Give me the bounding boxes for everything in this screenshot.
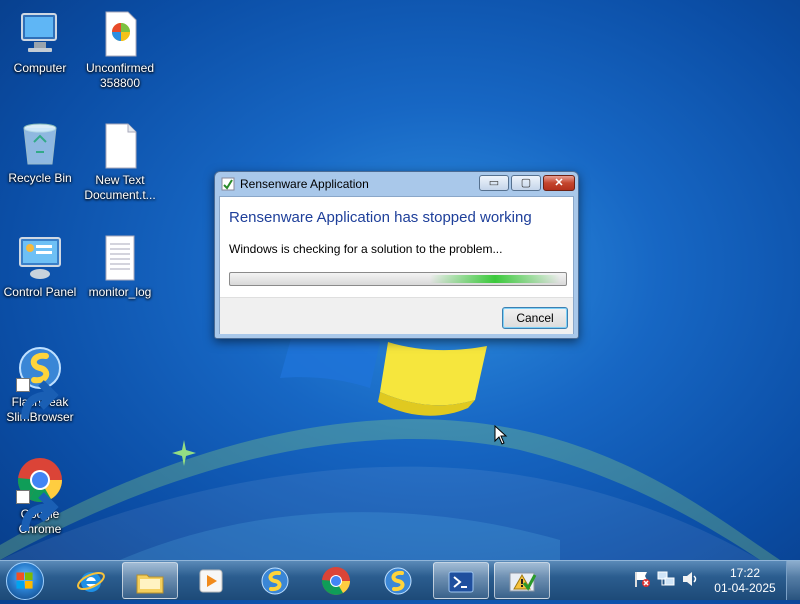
dialog-body: Rensenware Application has stopped worki… <box>219 196 574 334</box>
desktop-icon-label: New Text Document.t... <box>84 173 156 202</box>
mouse-cursor-icon <box>494 425 508 445</box>
slimbrowser-icon <box>383 566 413 596</box>
desktop-icon-monitor-log[interactable]: monitor_log <box>80 234 160 300</box>
close-icon: ✕ <box>554 177 564 189</box>
powershell-icon <box>446 567 476 597</box>
control-panel-icon <box>16 234 64 282</box>
wallpaper-sparkle <box>172 440 196 466</box>
dialog-message: Windows is checking for a solution to th… <box>229 242 503 256</box>
dialog-heading: Rensenware Application has stopped worki… <box>229 209 532 226</box>
minimize-icon: ▭ <box>488 177 500 189</box>
dialog-titlebar[interactable]: Rensenware Application ▭ ▢ ✕ <box>215 172 578 196</box>
taskbar-app-google-chrome[interactable] <box>309 562 365 599</box>
computer-icon <box>16 10 64 58</box>
desktop-icon-computer[interactable]: Computer <box>0 10 80 76</box>
desktop-icon-control-panel[interactable]: Control Panel <box>0 234 80 300</box>
minimize-button[interactable]: ▭ <box>479 175 509 191</box>
shortcut-arrow-icon <box>16 378 59 420</box>
windows-logo-icon <box>280 332 487 416</box>
shortcut-arrow-icon <box>16 490 59 532</box>
taskbar-app-slimbrowser[interactable] <box>248 562 304 599</box>
taskbar: 17:22 01-04-2025 <box>0 560 800 600</box>
desktop-icon-unconfirmed[interactable]: Unconfirmed 358800 <box>80 10 160 91</box>
chrome-icon <box>321 566 351 596</box>
desktop-icon-label: Unconfirmed 358800 <box>85 61 155 90</box>
desktop: Computer Unconfirmed 358800 Recycle Bin … <box>0 0 800 560</box>
cancel-button[interactable]: Cancel <box>502 307 568 329</box>
app-icon <box>221 177 235 191</box>
media-player-icon <box>196 566 226 596</box>
action-center-flag-icon[interactable] <box>632 569 652 589</box>
text-document-icon <box>96 122 144 170</box>
progress-bar <box>229 272 567 286</box>
maximize-button[interactable]: ▢ <box>511 175 541 191</box>
start-button[interactable] <box>6 562 44 600</box>
desktop-icon-slimbrowser[interactable]: FlashPeak SlimBrowser <box>0 344 80 425</box>
desktop-icon-google-chrome[interactable]: Google Chrome <box>0 456 80 537</box>
desktop-icon-new-text-document[interactable]: New Text Document.t... <box>80 122 160 203</box>
taskbar-app-internet-explorer[interactable] <box>64 562 120 599</box>
show-desktop-button[interactable] <box>786 561 800 600</box>
desktop-icon-label: Control Panel <box>3 285 77 299</box>
system-clock[interactable]: 17:22 01-04-2025 <box>705 566 785 596</box>
windows-logo-icon <box>16 572 33 589</box>
close-button[interactable]: ✕ <box>543 175 575 191</box>
text-document-icon <box>96 234 144 282</box>
taskbar-app-windows-explorer[interactable] <box>122 562 178 599</box>
chrome-icon <box>16 456 64 532</box>
slimbrowser-icon <box>260 566 290 596</box>
dialog-footer: Cancel <box>220 297 573 334</box>
desktop-icon-label: Recycle Bin <box>8 171 72 185</box>
taskbar-app-media-player[interactable] <box>184 562 240 599</box>
taskbar-app-action-center[interactable] <box>494 562 550 599</box>
internet-explorer-icon <box>76 566 106 596</box>
desktop-icon-label: monitor_log <box>88 285 152 299</box>
network-icon[interactable] <box>656 569 676 589</box>
desktop-icon-recycle-bin[interactable]: Recycle Bin <box>0 120 80 186</box>
recycle-bin-icon <box>16 120 64 168</box>
taskbar-app-powershell[interactable] <box>433 562 489 599</box>
progress-marquee <box>430 275 560 283</box>
desktop-icon-label: Computer <box>13 61 67 75</box>
clock-date: 01-04-2025 <box>714 581 776 595</box>
error-dialog: Rensenware Application ▭ ▢ ✕ Rensenware … <box>214 171 579 339</box>
file-icon <box>96 10 144 58</box>
maximize-icon: ▢ <box>520 177 532 189</box>
folder-icon <box>135 567 165 597</box>
clock-time: 17:22 <box>729 566 761 580</box>
taskbar-app-slimbrowser-2[interactable] <box>371 562 427 599</box>
volume-icon[interactable] <box>680 569 700 589</box>
action-center-icon <box>507 567 537 597</box>
dialog-title: Rensenware Application <box>240 177 369 191</box>
slimbrowser-icon <box>16 344 64 420</box>
